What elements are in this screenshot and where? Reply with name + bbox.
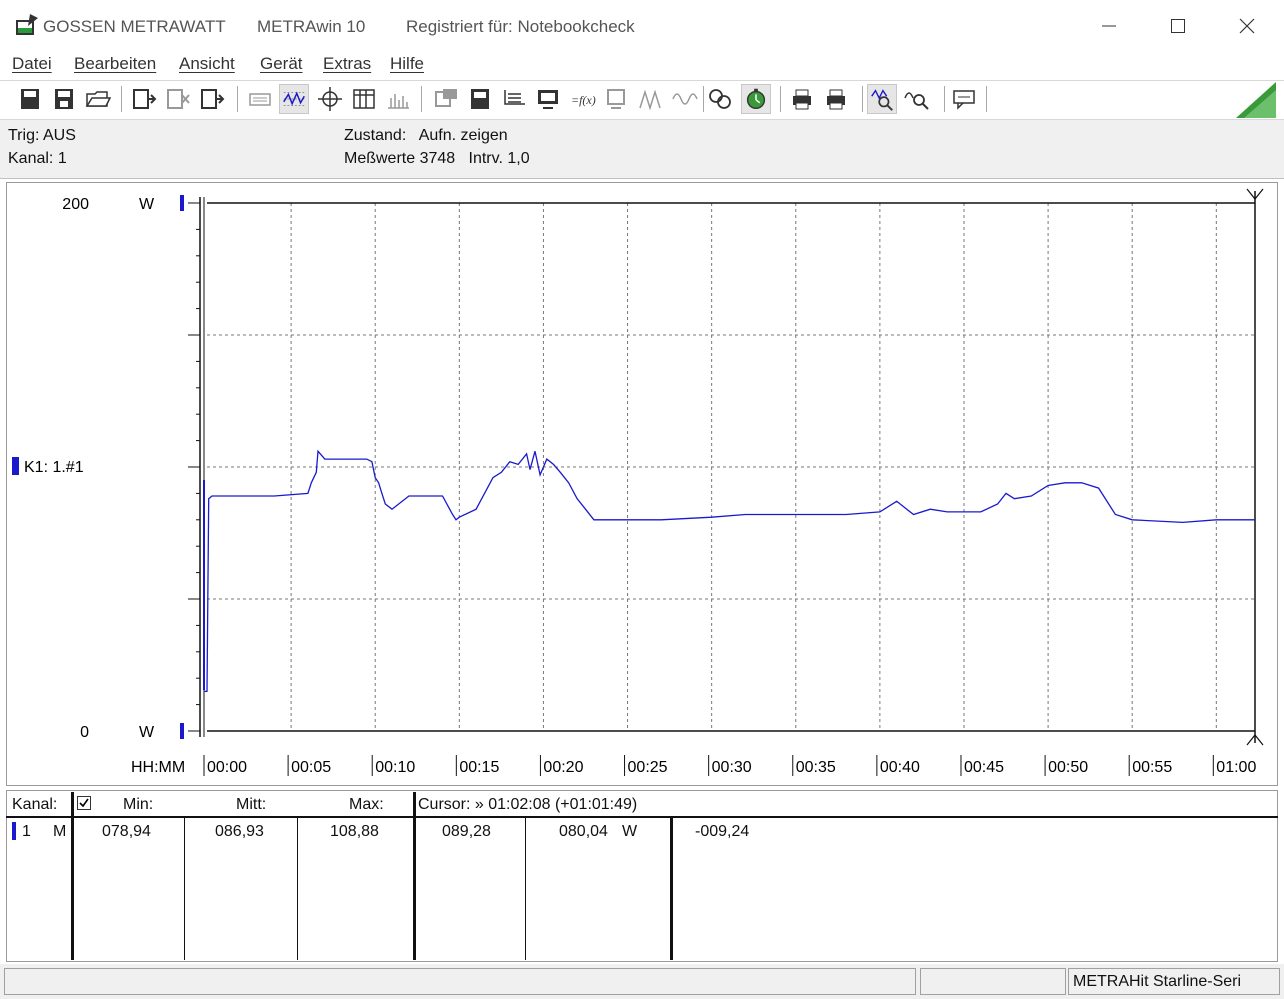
table-col-divider	[297, 818, 298, 960]
table-col-divider	[71, 792, 74, 960]
row-cursor1: 089,28	[442, 823, 491, 840]
table-header-divider	[6, 816, 1278, 818]
y-top-label: 200	[62, 196, 89, 213]
x-tick-label: 00:45	[964, 759, 1004, 776]
min-header: Min:	[123, 796, 154, 813]
x-tick-label: 00:55	[1132, 759, 1172, 776]
cursor-header: Cursor: » 01:02:08 (+01:01:49)	[418, 796, 638, 813]
x-tick-label: 00:35	[796, 759, 836, 776]
statusbar-panel-mid	[920, 968, 1066, 995]
chart-grid	[207, 203, 1255, 731]
x-tick-label: 00:40	[880, 759, 920, 776]
x-tick-label: 00:30	[712, 759, 752, 776]
x-tick-label: 00:05	[291, 759, 331, 776]
y-top-unit: W	[139, 196, 155, 213]
table-col-divider	[413, 792, 416, 960]
table-col-divider	[525, 818, 526, 960]
x-tick-label: 01:00	[1216, 759, 1256, 776]
y-bottom-label: 0	[80, 724, 89, 741]
statusbar-panel-main	[4, 968, 916, 995]
kanal-header: Kanal:	[12, 796, 58, 813]
show-checkbox[interactable]	[77, 796, 91, 810]
row-channel: 1	[22, 823, 31, 840]
channel-label: K1: 1.#1	[24, 459, 84, 476]
row-cursor2: 080,04	[559, 823, 608, 840]
x-tick-label: 00:50	[1048, 759, 1088, 776]
x-tick-label: 00:20	[543, 759, 583, 776]
chart-series-layer	[204, 449, 1255, 693]
max-header: Max:	[349, 796, 384, 813]
row-unit: W	[622, 823, 638, 840]
row-max: 108,88	[330, 823, 379, 840]
series-line-power	[204, 449, 1255, 693]
x-tick-label: 00:15	[459, 759, 499, 776]
x-tick-label: 00:10	[375, 759, 415, 776]
y-bottom-unit: W	[139, 724, 155, 741]
statusbar-panel-device: METRAHit Starline-Seri	[1068, 968, 1280, 995]
checkmark-icon	[79, 798, 89, 808]
table-col-divider	[670, 818, 673, 960]
row-min: 078,94	[102, 823, 151, 840]
row-delta: -009,24	[695, 823, 750, 840]
x-tick-label: 00:00	[207, 759, 247, 776]
x-tick-label: 00:25	[628, 759, 668, 776]
range-marker-bottom	[180, 723, 184, 739]
x-axis-label: HH:MM	[131, 759, 185, 776]
device-name: METRAHit Starline-Seri	[1073, 973, 1242, 990]
row-mitt: 086,93	[215, 823, 264, 840]
channel-color-marker	[12, 457, 19, 475]
mitt-header: Mitt:	[236, 796, 267, 813]
chart-labels: 200 W 0 W K1: 1.#1 HH:MM 00:00 00:05 00:10…	[24, 196, 1256, 776]
channel-color-marker	[12, 822, 16, 840]
row-mode: M	[53, 823, 67, 840]
range-marker-top	[180, 195, 184, 211]
table-col-divider	[184, 818, 185, 960]
